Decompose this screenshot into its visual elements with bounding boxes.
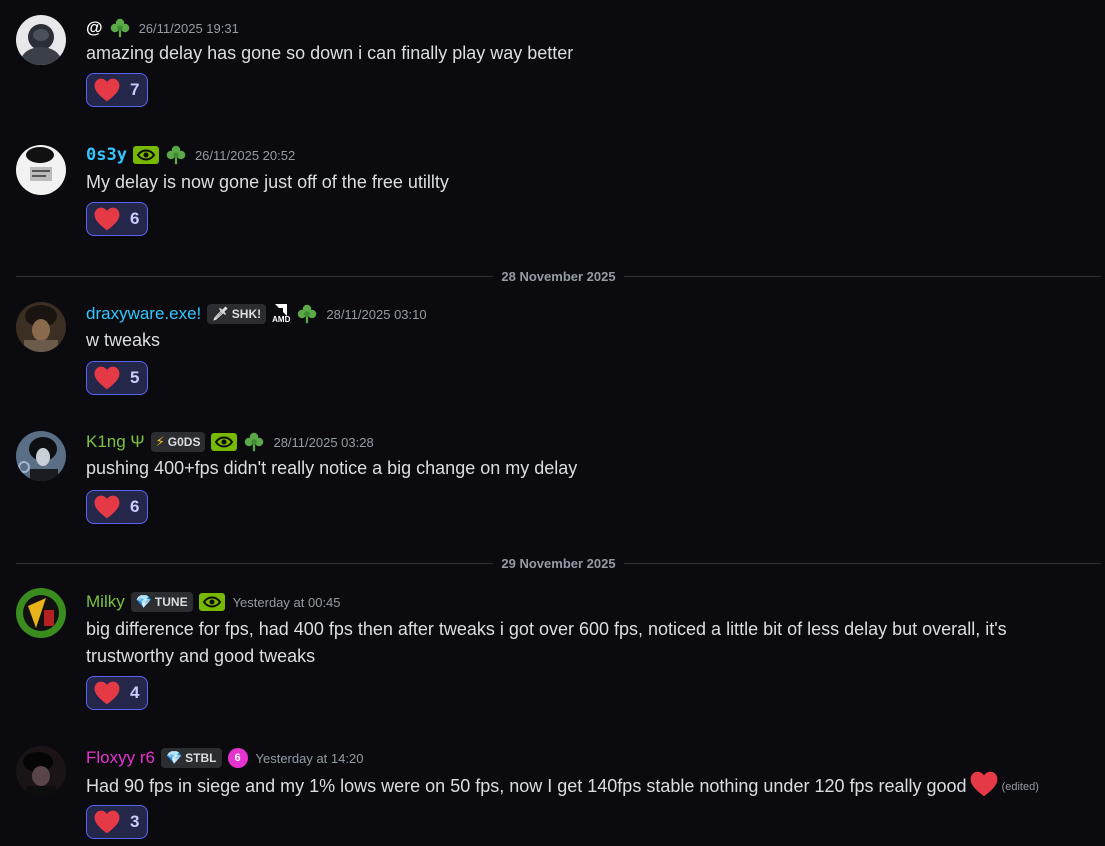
clover-icon[interactable] [109, 17, 131, 39]
date-divider: 28 November 2025 [16, 266, 1101, 286]
timestamp: Yesterday at 00:45 [232, 594, 341, 610]
diamond-icon: 💎 [135, 594, 152, 609]
edited-label: (edited) [1001, 780, 1039, 793]
diamond-icon: 💎 [165, 750, 183, 765]
reaction-count: 6 [130, 209, 140, 228]
lightning-icon: ⚡ [155, 434, 165, 449]
avatar[interactable] [16, 302, 66, 352]
message-content: w tweaks [86, 330, 161, 350]
avatar[interactable] [16, 746, 66, 796]
reaction-heart-button[interactable]: 3 [86, 805, 148, 839]
reaction-count: 5 [130, 368, 140, 387]
date-divider-label: 29 November 2025 [501, 555, 616, 571]
reaction-heart-button[interactable]: 7 [86, 73, 148, 107]
clover-icon[interactable] [243, 431, 265, 453]
chat-log: @ 26/11/2025 19:31 amazing delay has gon… [0, 0, 1105, 846]
reaction-count: 3 [130, 812, 140, 831]
server-tag[interactable]: ⚡ G0DS [150, 432, 206, 452]
message-content: My delay is now gone just off of the fre… [86, 172, 449, 192]
heart-icon [94, 207, 120, 231]
message-content: big difference for fps, had 400 fps then… [86, 619, 1007, 666]
heart-icon [94, 78, 120, 102]
reaction-heart-button[interactable]: 4 [86, 676, 148, 710]
reaction-heart-button[interactable]: 6 [86, 202, 148, 236]
nvidia-icon[interactable] [211, 433, 237, 451]
clover-icon[interactable] [296, 303, 318, 325]
heart-icon [94, 681, 120, 705]
nvidia-icon[interactable] [199, 593, 225, 611]
username[interactable]: Milky [86, 592, 125, 612]
heart-icon [970, 771, 998, 797]
server-tag[interactable]: 🗡 SHK! [207, 304, 267, 324]
username[interactable]: Floxyy r6 [86, 748, 155, 768]
message-content: amazing delay has gone so down i can fin… [86, 43, 574, 63]
level-badge[interactable]: 6 [227, 748, 248, 768]
sword-icon: 🗡 [212, 306, 229, 321]
heart-icon [94, 495, 120, 519]
message-content: pushing 400+fps didn't really notice a b… [86, 458, 578, 478]
server-tag[interactable]: 💎 TUNE [130, 592, 193, 612]
reaction-count: 7 [130, 80, 140, 99]
username[interactable]: 0s3y [86, 145, 127, 165]
avatar[interactable] [16, 431, 66, 481]
date-divider: 29 November 2025 [16, 553, 1101, 573]
timestamp: 26/11/2025 19:31 [138, 20, 239, 36]
avatar[interactable] [16, 145, 66, 195]
message-content: Had 90 fps in siege and my 1% lows were … [86, 771, 1083, 801]
heart-icon [94, 366, 120, 390]
amd-icon[interactable]: AMD [272, 304, 290, 324]
clover-icon[interactable] [165, 144, 187, 166]
timestamp: 26/11/2025 20:52 [194, 147, 296, 163]
reaction-heart-button[interactable]: 6 [86, 490, 148, 524]
heart-icon [94, 810, 120, 834]
reaction-count: 6 [130, 497, 140, 516]
username[interactable]: K1ng Ψ [86, 432, 145, 452]
timestamp: 28/11/2025 03:10 [326, 306, 427, 322]
username[interactable]: @ [86, 18, 103, 38]
timestamp: 28/11/2025 03:28 [273, 434, 374, 450]
reaction-count: 4 [130, 683, 140, 702]
timestamp: Yesterday at 14:20 [255, 750, 364, 766]
avatar[interactable] [16, 15, 66, 65]
server-tag[interactable]: 💎 STBL [160, 748, 222, 768]
reaction-heart-button[interactable]: 5 [86, 361, 148, 395]
avatar[interactable] [16, 588, 66, 638]
username[interactable]: draxyware.exe! [86, 304, 201, 324]
nvidia-icon[interactable] [133, 146, 159, 164]
date-divider-label: 28 November 2025 [501, 268, 616, 284]
